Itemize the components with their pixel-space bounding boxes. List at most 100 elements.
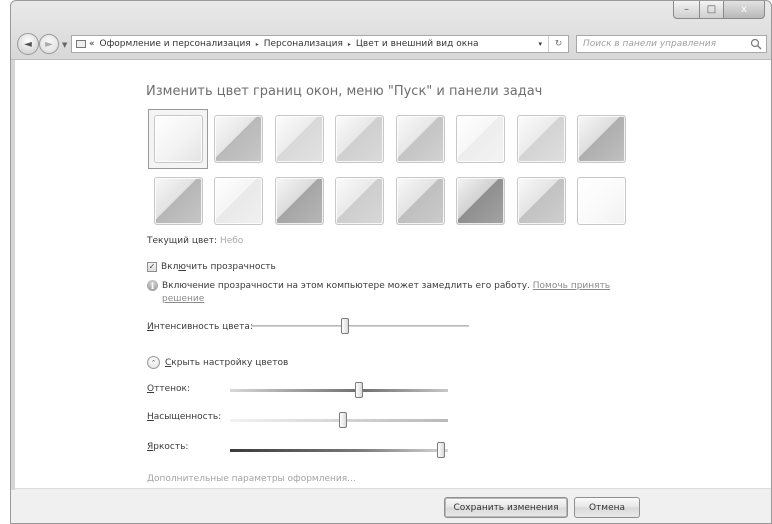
color-swatch-cell[interactable] <box>330 108 391 170</box>
maximize-button[interactable]: □ <box>699 1 723 19</box>
color-swatch-cell[interactable] <box>511 170 572 232</box>
transparency-label[interactable]: Включить прозрачность <box>161 262 276 272</box>
collapse-mixer-icon[interactable]: ⌃ <box>147 356 160 369</box>
hue-slider-thumb[interactable] <box>354 382 363 398</box>
minimize-button[interactable]: – <box>673 1 699 19</box>
breadcrumb-personalization[interactable]: Персонализация <box>264 39 343 49</box>
color-swatch[interactable] <box>153 177 203 225</box>
search-input[interactable]: Поиск в панели управления <box>576 35 767 53</box>
color-swatch-cell[interactable] <box>511 108 572 170</box>
color-swatch-cell[interactable] <box>148 108 209 170</box>
color-swatch-cell[interactable] <box>209 108 270 170</box>
search-placeholder: Поиск в панели управления <box>583 39 716 49</box>
color-swatch-cell[interactable] <box>451 170 512 232</box>
recent-pages-dropdown-icon[interactable]: ▼ <box>62 41 67 49</box>
breadcrumb-prefix[interactable]: « <box>89 39 95 49</box>
color-swatch-frame[interactable] <box>572 171 632 231</box>
color-swatch[interactable] <box>214 115 264 163</box>
color-swatch-cell[interactable] <box>572 170 633 232</box>
breadcrumb-window-color[interactable]: Цвет и внешний вид окна <box>356 39 479 49</box>
search-icon[interactable] <box>750 38 762 50</box>
transparency-label-pre: Вкл <box>161 262 179 272</box>
save-changes-button[interactable]: Сохранить изменения <box>444 497 568 518</box>
color-swatch-frame[interactable] <box>390 109 450 169</box>
color-swatch-frame[interactable] <box>209 109 269 169</box>
saturation-label-rest: асыщенность: <box>153 412 222 422</box>
intensity-slider-track[interactable] <box>251 325 469 327</box>
color-swatch-frame[interactable] <box>330 109 390 169</box>
color-swatch[interactable] <box>335 177 385 225</box>
breadcrumb-appearance[interactable]: Оформление и персонализация <box>100 39 251 49</box>
color-swatch-cell[interactable] <box>330 170 391 232</box>
color-swatch-cell[interactable] <box>269 170 330 232</box>
saturation-slider-thumb[interactable] <box>339 412 348 428</box>
intensity-slider[interactable] <box>251 316 469 336</box>
address-bar[interactable]: « Оформление и персонализация ▸ Персонал… <box>71 35 569 53</box>
color-swatch[interactable] <box>577 115 627 163</box>
current-color-value: Небо <box>219 236 244 246</box>
hue-slider[interactable] <box>230 380 448 400</box>
color-swatch[interactable] <box>214 177 264 225</box>
cancel-button[interactable]: Отмена <box>574 497 640 518</box>
saturation-slider[interactable] <box>230 410 448 430</box>
color-swatch-frame[interactable] <box>209 171 269 231</box>
saturation-label-access-key: Н <box>147 412 154 422</box>
color-swatch[interactable] <box>274 115 324 163</box>
hide-color-mixer-link[interactable]: Скрыть настройку цветов <box>165 358 288 368</box>
color-swatch-cell[interactable] <box>451 108 512 170</box>
hue-slider-track[interactable] <box>230 389 448 392</box>
transparency-warning: Включение прозрачности на этом компьютер… <box>162 281 610 291</box>
color-swatch-frame[interactable] <box>269 171 329 231</box>
brightness-slider[interactable] <box>230 440 448 460</box>
dialog-footer: Сохранить изменения Отмена <box>11 488 771 523</box>
back-button[interactable]: ◄ <box>17 33 39 55</box>
color-swatch[interactable] <box>516 115 566 163</box>
color-swatch[interactable] <box>153 115 203 163</box>
color-swatch-cell[interactable] <box>148 170 209 232</box>
brightness-slider-thumb[interactable] <box>437 442 446 458</box>
breadcrumb-separator-icon[interactable]: ▸ <box>256 41 259 48</box>
color-swatch-cell[interactable] <box>390 170 451 232</box>
intensity-slider-thumb[interactable] <box>340 318 349 334</box>
color-swatch-cell[interactable] <box>209 170 270 232</box>
color-swatch-frame[interactable] <box>148 109 209 169</box>
color-swatch-frame[interactable] <box>451 109 511 169</box>
color-swatch-cell[interactable] <box>572 108 633 170</box>
color-swatch[interactable] <box>577 177 627 225</box>
forward-button[interactable]: ► <box>39 34 59 54</box>
color-swatch-cell[interactable] <box>269 108 330 170</box>
address-dropdown-icon[interactable]: ▾ <box>538 40 542 48</box>
help-decide-link[interactable]: Помочь принять <box>533 281 610 291</box>
left-pane-edge <box>11 60 15 490</box>
breadcrumb-separator-icon[interactable]: ▸ <box>348 41 351 48</box>
color-swatch[interactable] <box>516 177 566 225</box>
color-swatch-frame[interactable] <box>511 171 571 231</box>
color-swatch-frame[interactable] <box>148 171 208 231</box>
color-swatch[interactable] <box>395 115 445 163</box>
close-button[interactable]: x <box>723 1 765 19</box>
help-decide-link-continued[interactable]: решение <box>162 294 204 304</box>
advanced-appearance-link[interactable]: Дополнительные параметры оформления... <box>147 474 356 484</box>
color-swatch-frame[interactable] <box>572 109 632 169</box>
brightness-label-rest: ркость: <box>153 442 189 452</box>
color-swatch[interactable] <box>335 115 385 163</box>
color-swatch-frame[interactable] <box>330 171 390 231</box>
color-swatch-frame[interactable] <box>390 171 450 231</box>
caption-buttons: – □ x <box>673 1 765 19</box>
color-swatch-frame[interactable] <box>269 109 329 169</box>
color-swatch-frame[interactable] <box>511 109 571 169</box>
info-icon: i <box>147 280 158 291</box>
brightness-slider-track[interactable] <box>230 449 448 452</box>
refresh-icon[interactable]: ↻ <box>548 36 568 52</box>
page-title: Изменить цвет границ окон, меню "Пуск" и… <box>146 84 543 99</box>
transparency-warning-text: Включение прозрачности на этом компьютер… <box>162 281 530 291</box>
content-pane: Изменить цвет границ окон, меню "Пуск" и… <box>11 59 771 523</box>
color-swatch[interactable] <box>274 177 324 225</box>
color-swatch-cell[interactable] <box>390 108 451 170</box>
color-swatch[interactable] <box>456 177 506 225</box>
color-swatch[interactable] <box>456 115 506 163</box>
color-swatch[interactable] <box>395 177 445 225</box>
transparency-checkbox[interactable]: ✓ <box>147 262 157 272</box>
color-swatch-grid <box>148 108 638 232</box>
color-swatch-frame[interactable] <box>451 171 511 231</box>
